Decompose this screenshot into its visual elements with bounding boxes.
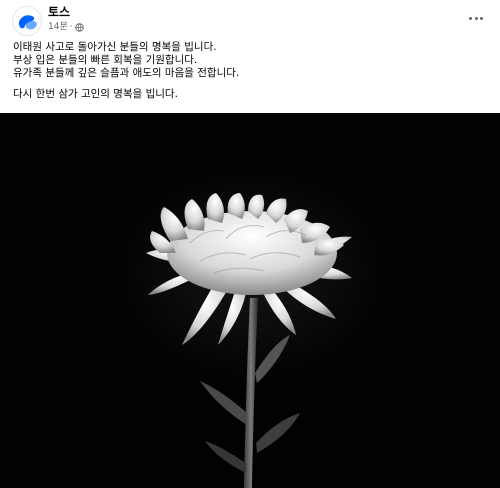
post-text-line: 이태원 사고로 돌아가신 분들의 명복을 빕니다.: [13, 41, 217, 53]
globe-icon[interactable]: [74, 22, 84, 32]
post-text: 이태원 사고로 돌아가신 분들의 명복을 빕니다. 부상 입은 분들의 빠른 회…: [13, 41, 483, 101]
post-timestamp[interactable]: 14분: [48, 21, 68, 33]
chrysanthemum-image: [0, 113, 500, 488]
more-options-button[interactable]: [464, 6, 488, 30]
page-avatar[interactable]: [12, 6, 42, 36]
post-header: 토스 14분 ·: [0, 0, 500, 38]
page-name-link[interactable]: 토스: [48, 5, 70, 19]
more-options-icon: [479, 16, 483, 20]
toss-logo-icon: [18, 15, 37, 30]
post-text-line: 유가족 분들께 깊은 슬픔과 애도의 마음을 전합니다.: [13, 67, 240, 79]
more-options-icon: [474, 16, 478, 20]
meta-separator: ·: [69, 22, 73, 32]
post-text-line: 부상 입은 분들의 빠른 회복을 기원합니다.: [13, 54, 198, 66]
facebook-post: 토스 14분 · 이태원 사고로 돌아가신 분들의 명복을 빕니다. 부상 입은…: [0, 0, 500, 488]
post-text-line: 다시 한번 삼가 고인의 명복을 빕니다.: [13, 88, 178, 100]
more-options-icon: [469, 16, 473, 20]
post-meta: 14분 ·: [48, 21, 84, 33]
post-photo[interactable]: [0, 113, 500, 488]
